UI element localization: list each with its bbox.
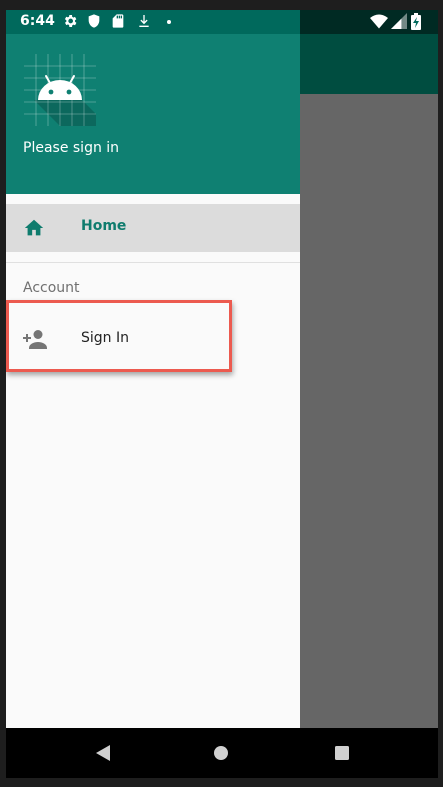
section-title-account: Account	[23, 280, 80, 296]
wifi-icon	[370, 14, 388, 29]
drawer-divider	[6, 262, 300, 263]
status-time: 6:44	[20, 13, 55, 29]
drawer-header: Please sign in	[6, 10, 300, 194]
home-circle-icon[interactable]	[213, 745, 229, 761]
settings-icon	[64, 15, 77, 27]
recents-icon[interactable]	[334, 745, 350, 761]
home-icon	[24, 219, 44, 236]
signal-icon	[391, 13, 407, 29]
drawer-item-home[interactable]: Home	[6, 204, 300, 252]
sd-card-icon	[112, 14, 124, 28]
highlight-box	[6, 300, 232, 372]
device-screen: 6:44 Please sign in Home Account Sign In	[6, 10, 438, 778]
download-icon	[139, 15, 149, 27]
back-icon[interactable]	[94, 743, 112, 763]
dot-icon	[167, 20, 171, 24]
drawer-header-text: Please sign in	[23, 140, 120, 156]
drawer-item-label: Home	[81, 218, 127, 234]
navigation-bar	[6, 728, 438, 778]
shield-icon	[88, 14, 100, 28]
battery-charging-icon	[411, 13, 421, 30]
android-logo-icon	[24, 54, 96, 126]
status-bar: 6:44	[6, 10, 438, 34]
